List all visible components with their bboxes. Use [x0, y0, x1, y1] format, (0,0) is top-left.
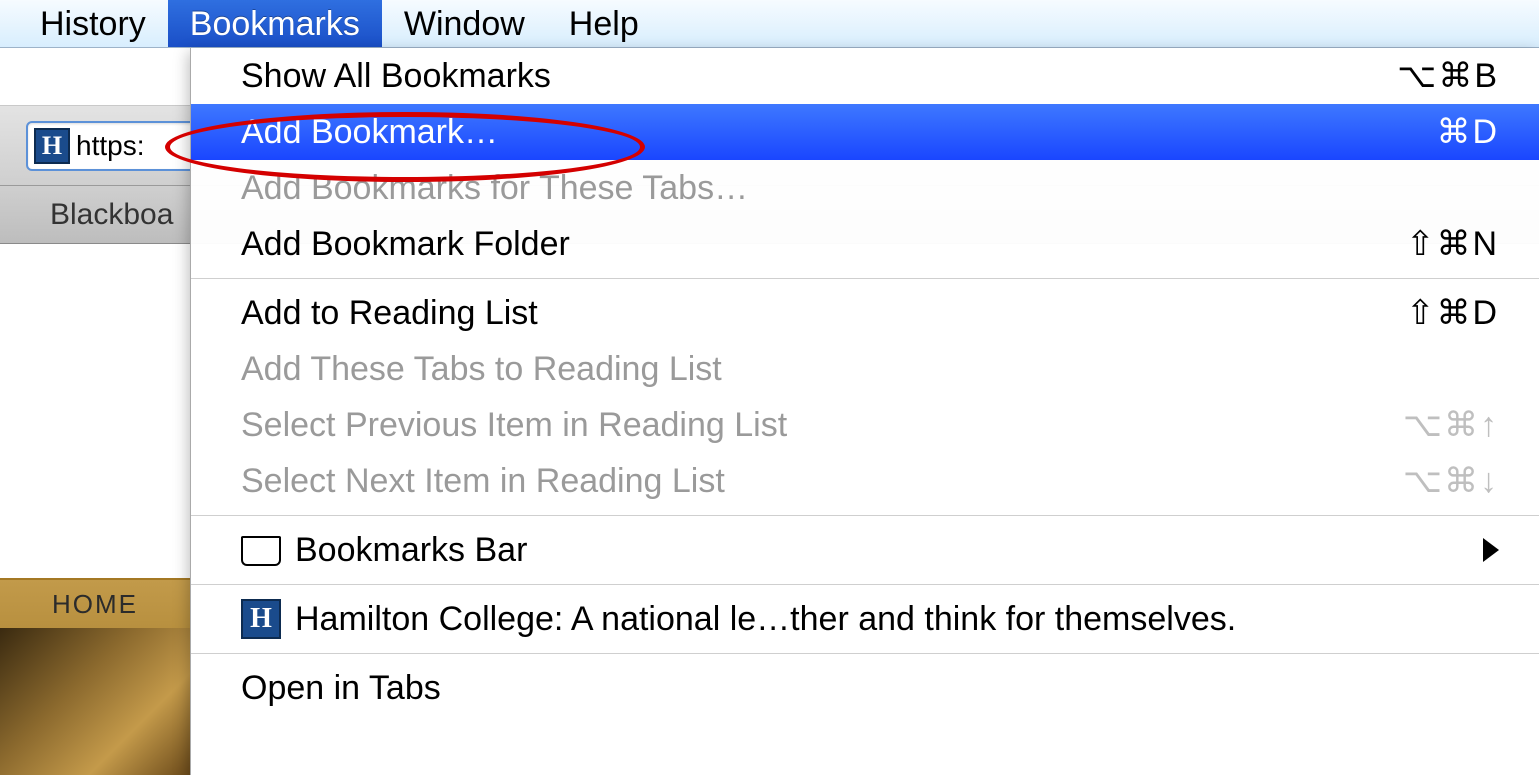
- menu-item-shortcut: ⌥⌘B: [1397, 56, 1499, 96]
- menu-item-shortcut: ⌥⌘↑: [1403, 405, 1499, 445]
- site-nav-label: HOME: [52, 589, 138, 620]
- menu-item-shortcut: ⌥⌘↓: [1403, 461, 1499, 501]
- menu-item-open-in-tabs[interactable]: Open in Tabs: [191, 660, 1539, 716]
- submenu-arrow-icon: [1483, 538, 1499, 562]
- menu-separator: [191, 584, 1539, 585]
- menu-item-label: Select Next Item in Reading List: [241, 462, 725, 501]
- menu-item-add-tabs-to-reading-list: Add These Tabs to Reading List: [191, 341, 1539, 397]
- menu-item-bookmarks-bar[interactable]: Bookmarks Bar: [191, 522, 1539, 578]
- menu-item-label: Add Bookmark Folder: [241, 225, 570, 264]
- menu-item-add-bookmark[interactable]: Add Bookmark… ⌘D: [191, 104, 1539, 160]
- menu-separator: [191, 653, 1539, 654]
- menu-item-label: Show All Bookmarks: [241, 57, 551, 96]
- site-nav-home[interactable]: HOME: [0, 578, 190, 628]
- menubar-item-help[interactable]: Help: [547, 0, 661, 47]
- menu-item-label: Add These Tabs to Reading List: [241, 350, 722, 389]
- bookmarks-bar-item[interactable]: Blackboa: [50, 198, 173, 232]
- menu-item-add-to-reading-list[interactable]: Add to Reading List ⇧⌘D: [191, 285, 1539, 341]
- menu-item-shortcut: ⌘D: [1436, 112, 1499, 152]
- menu-separator: [191, 515, 1539, 516]
- menubar: History Bookmarks Window Help: [0, 0, 1539, 48]
- menu-item-shortcut: ⇧⌘D: [1406, 293, 1499, 333]
- menubar-item-window[interactable]: Window: [382, 0, 547, 47]
- menu-item-add-bookmark-folder[interactable]: Add Bookmark Folder ⇧⌘N: [191, 216, 1539, 272]
- menubar-label: Help: [569, 5, 639, 44]
- bookmarks-dropdown: Show All Bookmarks ⌥⌘B Add Bookmark… ⌘D …: [190, 48, 1539, 775]
- menu-item-select-prev-reading: Select Previous Item in Reading List ⌥⌘↑: [191, 397, 1539, 453]
- address-bar[interactable]: H https:: [26, 121, 196, 171]
- favicon-hamilton-icon: H: [34, 128, 70, 164]
- menu-item-shortcut: ⇧⌘N: [1406, 224, 1499, 264]
- menu-item-show-all-bookmarks[interactable]: Show All Bookmarks ⌥⌘B: [191, 48, 1539, 104]
- menu-item-label: Add Bookmark…: [241, 113, 498, 152]
- menubar-item-history[interactable]: History: [18, 0, 168, 47]
- menubar-label: Window: [404, 5, 525, 44]
- menu-item-label: Add to Reading List: [241, 294, 538, 333]
- menubar-item-bookmarks[interactable]: Bookmarks: [168, 0, 382, 47]
- menubar-label: History: [40, 5, 146, 44]
- address-text: https:: [76, 130, 144, 162]
- book-icon: [241, 536, 281, 564]
- menu-item-label: Select Previous Item in Reading List: [241, 406, 787, 445]
- page-hero-image: [0, 628, 190, 775]
- favicon-hamilton-icon: H: [241, 599, 281, 639]
- menu-item-label: Hamilton College: A national le…ther and…: [295, 600, 1236, 639]
- menu-item-select-next-reading: Select Next Item in Reading List ⌥⌘↓: [191, 453, 1539, 509]
- menu-item-add-bookmarks-for-tabs: Add Bookmarks for These Tabs…: [191, 160, 1539, 216]
- menu-separator: [191, 278, 1539, 279]
- menu-item-hamilton-bookmark[interactable]: H Hamilton College: A national le…ther a…: [191, 591, 1539, 647]
- menu-item-label: Open in Tabs: [241, 669, 441, 708]
- menu-item-label: Bookmarks Bar: [295, 531, 527, 570]
- menubar-label: Bookmarks: [190, 5, 360, 44]
- menu-item-label: Add Bookmarks for These Tabs…: [241, 169, 748, 208]
